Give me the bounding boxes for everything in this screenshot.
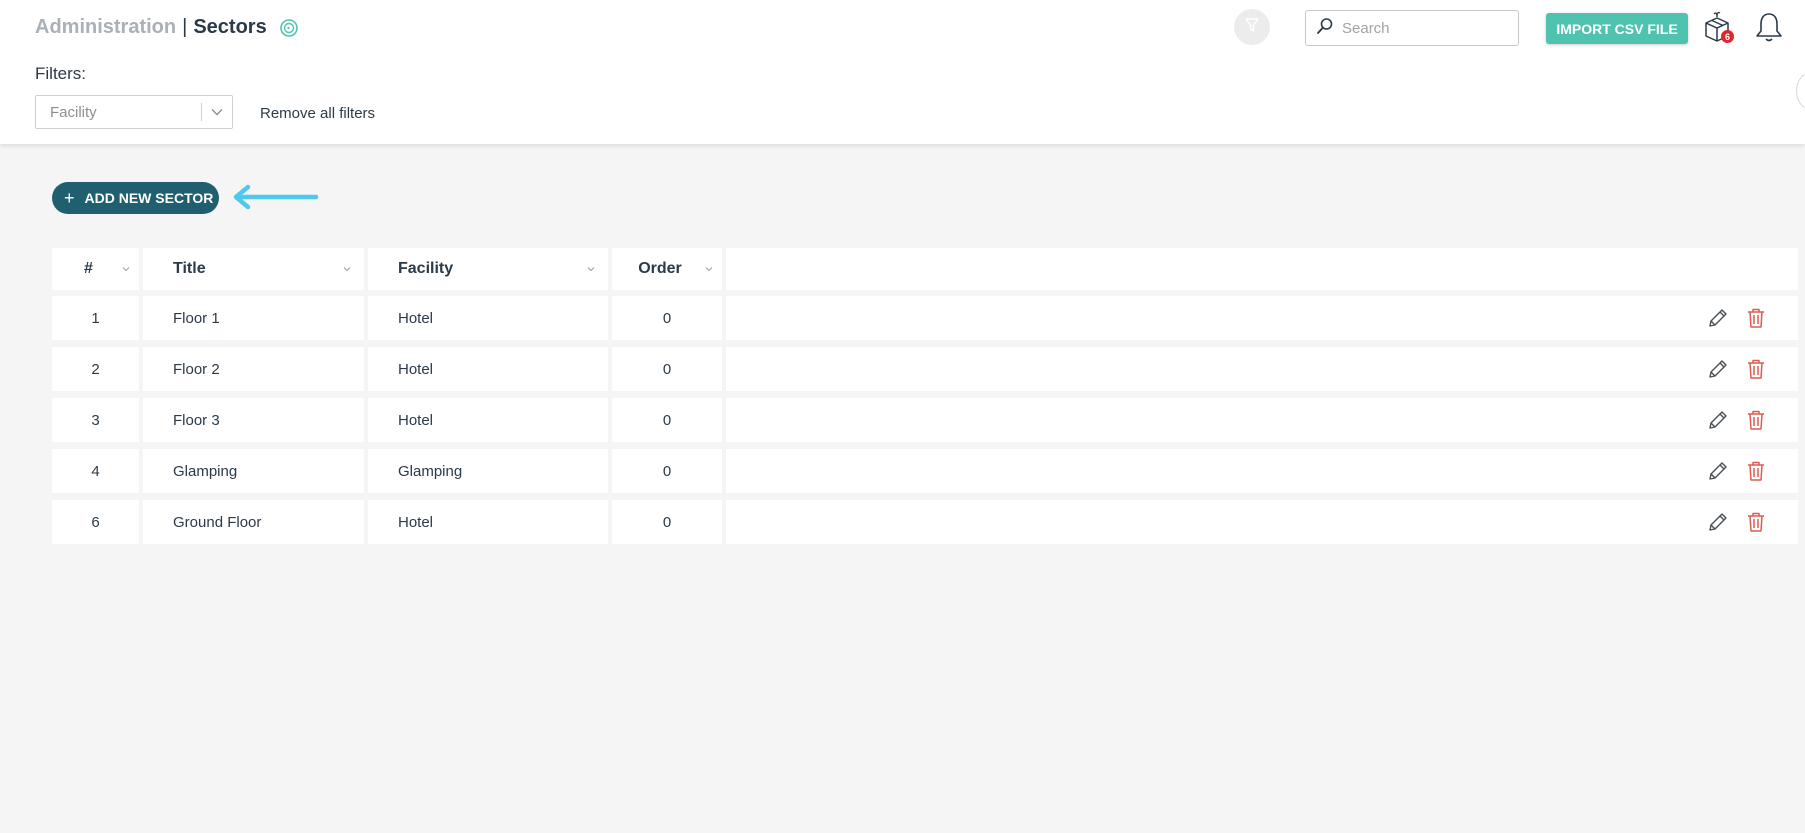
column-header-facility[interactable]: Facility	[368, 248, 608, 290]
chevron-down-icon[interactable]	[586, 264, 596, 274]
row-actions	[726, 296, 1798, 340]
row-actions	[726, 347, 1798, 391]
notification-badge: 6	[1721, 30, 1734, 43]
search-field[interactable]	[1305, 10, 1519, 46]
cell-order: 0	[612, 449, 722, 493]
chevron-down-icon[interactable]	[342, 264, 352, 274]
chevron-down-icon[interactable]	[704, 264, 714, 274]
breadcrumb-separator: |	[182, 16, 188, 38]
annotation-arrow-icon	[230, 184, 320, 210]
gift-box-icon[interactable]: 6	[1700, 10, 1734, 44]
pencil-icon[interactable]	[1706, 510, 1730, 534]
cell-title: Glamping	[143, 449, 364, 493]
cell-order: 0	[612, 398, 722, 442]
plus-icon: +	[64, 188, 75, 208]
top-header: Administration | Sectors IMPORT CSV FILE…	[0, 0, 1805, 144]
cell-facility: Hotel	[368, 347, 608, 391]
column-header-actions	[726, 248, 1798, 290]
cell-number: 1	[52, 296, 139, 340]
funnel-icon	[1243, 16, 1261, 39]
trash-icon[interactable]	[1744, 357, 1768, 381]
cell-title: Floor 1	[143, 296, 364, 340]
pencil-icon[interactable]	[1706, 459, 1730, 483]
row-actions	[726, 449, 1798, 493]
row-actions	[726, 500, 1798, 544]
search-icon	[1306, 17, 1334, 40]
column-header-title[interactable]: Title	[143, 248, 364, 290]
pencil-icon[interactable]	[1706, 357, 1730, 381]
filter-toggle-button[interactable]	[1234, 9, 1270, 45]
trash-icon[interactable]	[1744, 408, 1768, 432]
chevron-down-icon[interactable]	[121, 264, 131, 274]
pencil-icon[interactable]	[1706, 408, 1730, 432]
cell-order: 0	[612, 347, 722, 391]
breadcrumb-administration[interactable]: Administration	[35, 16, 176, 39]
trash-icon[interactable]	[1744, 459, 1768, 483]
cell-order: 0	[612, 296, 722, 340]
import-csv-button[interactable]: IMPORT CSV FILE	[1546, 13, 1688, 44]
table-header-row: # Title Facility Order	[52, 248, 1798, 290]
cell-title: Floor 2	[143, 347, 364, 391]
column-header-number[interactable]: #	[52, 248, 139, 290]
cell-number: 4	[52, 449, 139, 493]
cell-facility: Hotel	[368, 500, 608, 544]
trash-icon[interactable]	[1744, 510, 1768, 534]
page-title: Sectors	[193, 16, 267, 38]
help-circle-icon[interactable]	[279, 18, 299, 38]
column-header-order[interactable]: Order	[612, 248, 722, 290]
breadcrumb: Administration | Sectors	[35, 16, 299, 39]
cell-number: 2	[52, 347, 139, 391]
cell-title: Ground Floor	[143, 500, 364, 544]
cell-facility: Hotel	[368, 398, 608, 442]
table-row[interactable]: 6 Ground Floor Hotel 0	[52, 500, 1798, 544]
cell-facility: Hotel	[368, 296, 608, 340]
cell-order: 0	[612, 500, 722, 544]
sectors-table: # Title Facility Order 1 Floor 1 Hotel 0…	[52, 248, 1798, 551]
bell-icon[interactable]	[1753, 10, 1785, 44]
facility-filter-select[interactable]: Facility	[35, 95, 233, 129]
table-row[interactable]: 2 Floor 2 Hotel 0	[52, 347, 1798, 391]
facility-filter-value: Facility	[50, 103, 97, 121]
table-row[interactable]: 1 Floor 1 Hotel 0	[52, 296, 1798, 340]
table-row[interactable]: 4 Glamping Glamping 0	[52, 449, 1798, 493]
side-panel-toggle[interactable]	[1796, 72, 1805, 110]
cell-facility: Glamping	[368, 449, 608, 493]
cell-number: 6	[52, 500, 139, 544]
add-new-sector-label: ADD NEW SECTOR	[84, 190, 214, 206]
remove-all-filters-link[interactable]: Remove all filters	[260, 105, 375, 122]
filters-label: Filters:	[35, 64, 86, 83]
pencil-icon[interactable]	[1706, 306, 1730, 330]
row-actions	[726, 398, 1798, 442]
search-input[interactable]	[1342, 19, 1512, 37]
table-row[interactable]: 3 Floor 3 Hotel 0	[52, 398, 1798, 442]
cell-number: 3	[52, 398, 139, 442]
trash-icon[interactable]	[1744, 306, 1768, 330]
add-new-sector-button[interactable]: + ADD NEW SECTOR	[52, 182, 219, 214]
cell-title: Floor 3	[143, 398, 364, 442]
chevron-down-icon[interactable]	[202, 105, 232, 119]
